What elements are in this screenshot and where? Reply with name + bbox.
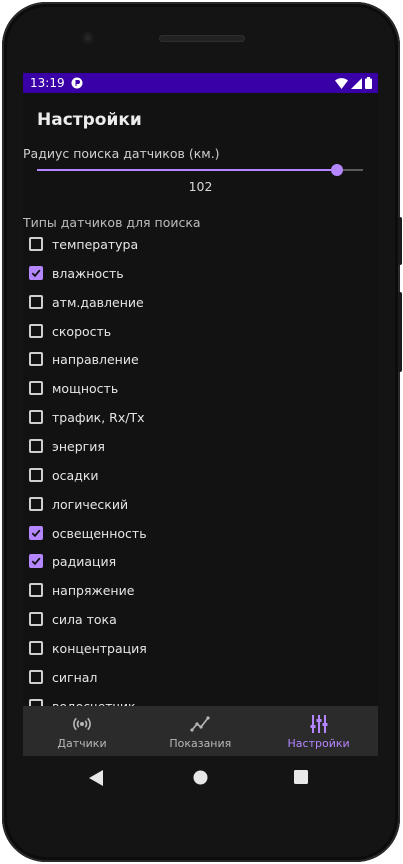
nav-item-label: Настройки — [287, 737, 350, 750]
checkbox-checked[interactable] — [29, 525, 43, 540]
earpiece-speaker — [159, 35, 245, 42]
nav-item-label: Показания — [169, 737, 232, 750]
checkbox-unchecked[interactable] — [29, 237, 43, 251]
search-radius-label: Радиус поиска датчиков (км.) — [23, 146, 220, 161]
battery-icon — [365, 77, 372, 89]
checkbox-unchecked[interactable] — [29, 294, 43, 309]
signal-icon — [351, 77, 362, 89]
sensor-type-item[interactable]: трафик, Rx/Tx — [23, 404, 378, 433]
sensor-type-item[interactable]: температура — [23, 231, 378, 260]
sensor-type-label: водосчетчик — [52, 699, 136, 706]
sensor-type-item[interactable]: мощность — [23, 375, 378, 404]
status-time: 13:19 — [30, 76, 65, 90]
nav-item-label: Датчики — [57, 737, 107, 750]
sensor-type-item[interactable]: логический — [23, 491, 378, 520]
sensor-type-label: скорость — [52, 323, 112, 339]
checkbox-checked[interactable] — [29, 554, 43, 569]
status-bar: 13:19 — [23, 73, 378, 93]
power-button — [398, 217, 402, 265]
sensor-type-item[interactable]: направление — [23, 346, 378, 375]
sensor-type-item[interactable]: сила тока — [23, 606, 378, 635]
slider-fill — [37, 169, 337, 171]
checkbox-unchecked[interactable] — [29, 669, 43, 684]
sensor-type-item[interactable]: скорость — [23, 318, 378, 347]
sensor-type-item[interactable]: энергия — [23, 433, 378, 462]
status-icons — [335, 77, 372, 89]
checkbox-checked[interactable] — [29, 265, 43, 280]
sensor-type-item[interactable]: влажность — [23, 260, 378, 289]
checkbox-unchecked[interactable] — [29, 583, 43, 598]
checkbox-unchecked[interactable] — [29, 381, 43, 396]
search-radius-value: 102 — [188, 179, 213, 194]
sensor-type-item[interactable]: осадки — [23, 462, 378, 491]
checkbox-unchecked[interactable] — [29, 352, 43, 367]
checkbox-unchecked[interactable] — [29, 410, 43, 425]
sensor-type-item[interactable]: водосчетчик — [23, 693, 378, 706]
checkbox-unchecked[interactable] — [29, 323, 43, 338]
nav-item[interactable]: Показания — [141, 706, 259, 756]
sensor-type-label: атм.давление — [52, 294, 144, 310]
sensor-type-label: мощность — [52, 381, 119, 397]
sensor-type-label: радиация — [52, 554, 117, 570]
checkbox-unchecked[interactable] — [29, 698, 43, 706]
sensor-type-label: концентрация — [52, 640, 147, 656]
checkbox-unchecked[interactable] — [29, 467, 43, 482]
home-icon[interactable] — [193, 770, 208, 785]
sensor-type-label: сигнал — [52, 669, 98, 685]
search-radius-slider[interactable] — [37, 164, 363, 176]
checkbox-unchecked[interactable] — [29, 496, 43, 511]
sensor-type-label: направление — [52, 352, 139, 368]
checkbox-unchecked[interactable] — [29, 612, 43, 627]
sensor-types-list[interactable]: температура влажность атм.давление скорость… — [23, 231, 378, 706]
tune-sliders-icon — [310, 715, 328, 733]
back-icon[interactable] — [89, 770, 103, 786]
front-camera — [82, 32, 94, 44]
sensor-type-label: трафик, Rx/Tx — [52, 410, 145, 426]
sensor-type-label: напряжение — [52, 583, 135, 599]
sensor-type-label: температура — [52, 237, 139, 252]
sensor-type-item[interactable]: освещенность — [23, 520, 378, 549]
sensor-type-label: освещенность — [52, 525, 147, 541]
sensor-type-item[interactable]: атм.давление — [23, 289, 378, 318]
bottom-navigation: Датчики Показания Настройки — [23, 706, 378, 756]
slider-thumb[interactable] — [330, 164, 343, 176]
wifi-icon — [335, 77, 348, 89]
recents-icon[interactable] — [294, 770, 308, 784]
sensor-type-label: осадки — [52, 467, 99, 483]
sensor-type-label: сила тока — [52, 612, 117, 628]
chart-line-icon — [190, 716, 210, 732]
sensor-type-label: энергия — [52, 438, 105, 454]
nav-item[interactable]: Датчики — [23, 706, 141, 756]
checkbox-unchecked[interactable] — [29, 640, 43, 655]
check-icon — [31, 557, 41, 566]
sensor-type-item[interactable]: напряжение — [23, 577, 378, 606]
sensor-broadcast-icon — [73, 717, 91, 731]
sensor-type-item[interactable]: сигнал — [23, 664, 378, 693]
app-screen: 13:19 Настройки Радиус поиска датчиков (… — [23, 73, 378, 756]
nav-item[interactable]: Настройки — [260, 706, 378, 756]
system-navigation-bar — [23, 756, 378, 800]
sensor-type-label: влажность — [52, 265, 124, 281]
page-title: Настройки — [37, 110, 142, 130]
sensor-type-item[interactable]: концентрация — [23, 635, 378, 664]
check-icon — [31, 269, 41, 277]
app-notification-icon — [71, 77, 83, 89]
sensor-types-label: Типы датчиков для поиска — [23, 215, 201, 230]
sensor-type-label: логический — [52, 496, 129, 512]
volume-button — [398, 292, 402, 372]
check-icon — [31, 529, 41, 537]
sensor-type-item[interactable]: радиация — [23, 548, 378, 577]
checkbox-unchecked[interactable] — [29, 438, 43, 453]
